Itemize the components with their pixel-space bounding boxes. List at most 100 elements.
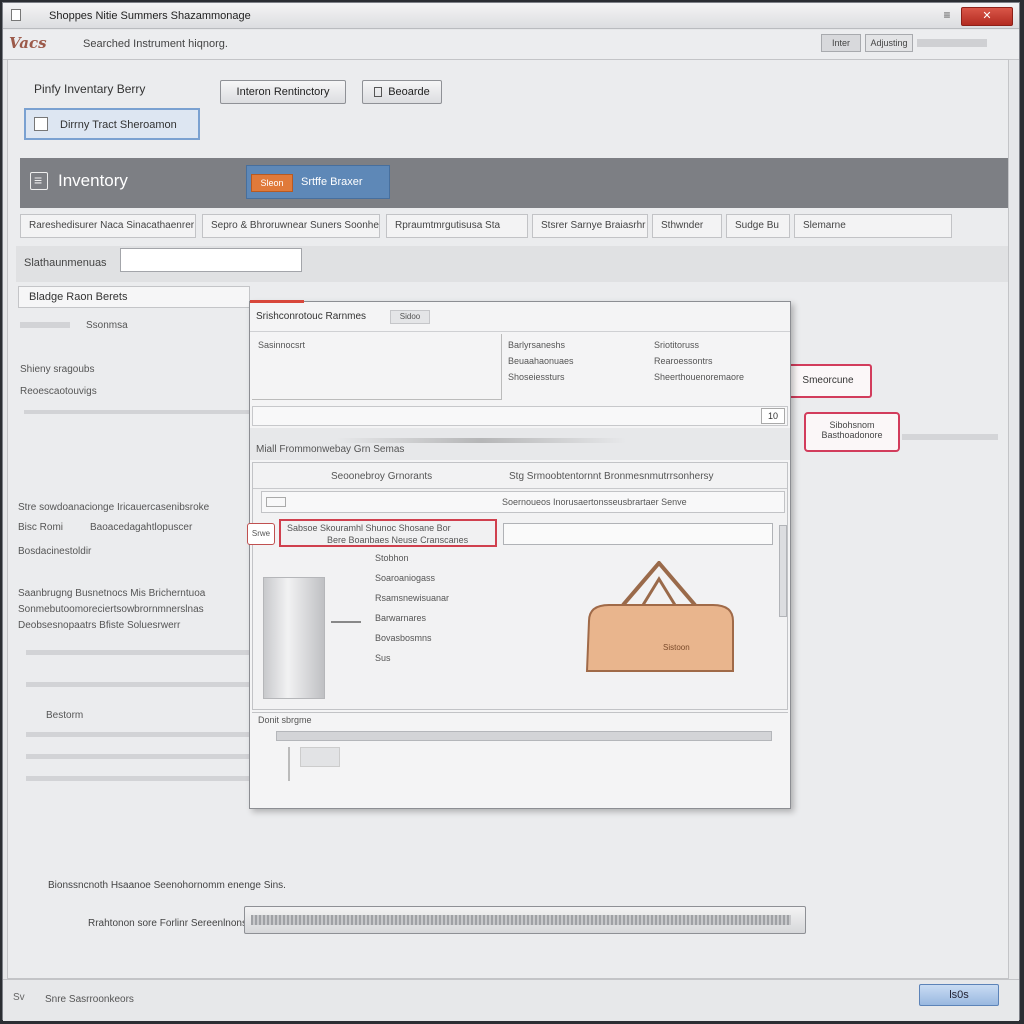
toolbar-button-adjusting[interactable]: Adjusting <box>865 34 913 52</box>
banner-action[interactable]: Sleon Srtffe Braxer <box>246 165 390 199</box>
status-bar: Sv Snre Sasrroonkeors ls0s <box>3 979 1019 1021</box>
find-button-label: Beoarde <box>388 86 430 98</box>
left-paragraph: Stre sowdoanacionge Iricauercasenibsroke <box>18 502 210 513</box>
footer-note: Bionssncnoth Hsaanoe Seenohornomm enenge… <box>48 880 286 891</box>
progress-label: Rrahtonon sore Forlinr Sereenlnons <box>88 918 247 929</box>
left-label: Bisc Romi <box>18 522 64 533</box>
info-columns: Barlyrsaneshs Sriotitoruss Beuaahaonuaes… <box>506 334 786 394</box>
ok-button[interactable]: ls0s <box>919 984 999 1006</box>
attribute-item: Rsamsnewisuanar <box>375 593 450 603</box>
item-checkbox[interactable] <box>34 117 48 131</box>
attribute-item: Sus <box>375 653 391 663</box>
toolbar: Vacs Searched Instrument hiqnorg. Inter … <box>3 30 1019 60</box>
toolbar-path: Searched Instrument hiqnorg. <box>83 38 228 50</box>
vertical-scrollbar[interactable] <box>779 525 787 617</box>
left-label: Bosdacinestoldir <box>18 546 92 557</box>
attribute-item: Bovasbosmns <box>375 633 432 643</box>
separator-label: Miall Frommonwebay Grn Semas <box>256 444 405 455</box>
info-box: Sasinnocsrt <box>252 334 502 400</box>
selected-row-line: Sabsoe Skouramhl Shunoc Shosane Bor <box>287 523 451 533</box>
callout-tag: Sibohsnom Basthoadonore <box>804 412 900 452</box>
minimize-button[interactable]: ≡ <box>939 9 955 23</box>
section-banner: Inventory Sleon Srtffe Braxer <box>20 158 1008 208</box>
horizontal-scrollbar[interactable] <box>276 731 772 741</box>
app-logo: Vacs <box>9 34 47 52</box>
progress-bar <box>244 906 806 934</box>
window-title: Shoppes Nitie Summers Shazammonage <box>49 10 251 22</box>
item-dialog: Srishconrotouc Rarnmes Sidoo Sasinnocsrt… <box>247 300 791 809</box>
left-paragraph: Sonmebutoomoreciertsowbrornmnerslnas <box>18 604 204 615</box>
info-label: Sasinnocsrt <box>258 340 306 350</box>
dialog-title-chip[interactable]: Sidoo <box>390 310 430 324</box>
column-header[interactable]: Stg Srmoobtentornnt Bronmesnmutrrsonhers… <box>509 471 714 482</box>
filter-chip[interactable]: Sepro & Bhroruwnear Suners Soonhenrer <box>202 214 380 238</box>
row-tag: Srwe <box>247 523 275 545</box>
column-header[interactable]: Seoonebroy Grnorants <box>331 471 432 482</box>
dialog-header: Srishconrotouc Rarnmes Sidoo <box>250 302 790 332</box>
row-text: Soernoueos Inorusaertonsseusbrartaer Sen… <box>502 497 687 507</box>
placeholder-line <box>26 682 250 687</box>
filter-chip[interactable]: Rpraumtmrgutisusa Sta <box>386 214 528 238</box>
placeholder-line <box>20 322 70 328</box>
separator-shadow <box>336 438 626 443</box>
banner-action-label: Srtffe Braxer <box>301 176 363 188</box>
selected-row-line: Bere Boanbaes Neuse Cranscanes <box>327 535 469 545</box>
dialog-title: Srishconrotouc Rarnmes <box>256 311 367 322</box>
filter-chip[interactable]: Slemarne <box>794 214 952 238</box>
app-icon <box>11 9 21 21</box>
left-tag: Bestorm <box>46 710 84 721</box>
left-option[interactable]: Reoescaotouvigs <box>20 386 97 397</box>
info-value: Sriotitoruss <box>654 340 700 350</box>
selected-item-label: Dirrny Tract Sheroamon <box>60 119 177 131</box>
info-value: Sheerthouenoremaore <box>654 372 745 382</box>
info-value: Shoseiessturs <box>508 372 565 382</box>
placeholder-line <box>26 754 250 759</box>
placeholder-line <box>26 776 250 781</box>
status-icon: Sv <box>13 992 25 1003</box>
callout-tag: Smeorcune <box>784 364 872 398</box>
placeholder-line <box>26 650 250 655</box>
selected-item-box[interactable]: Dirrny Tract Sheroamon <box>24 108 200 140</box>
callout-tag-title: Sibohsnom <box>829 420 875 430</box>
bag-icon <box>585 559 734 672</box>
attribute-item: Soaroaniogass <box>375 573 436 583</box>
close-button[interactable]: ✕ <box>961 7 1013 26</box>
progress-fill <box>251 915 791 925</box>
page-label: Pinfy Inventary Berry <box>34 82 146 96</box>
status-text: Snre Sasrroonkeors <box>45 994 134 1005</box>
left-sub-text: Ssonmsa <box>86 320 128 331</box>
dialog-field[interactable]: 10 <box>252 406 788 426</box>
search-label: Slathaunmenuas <box>24 257 107 269</box>
status-badge: Sleon <box>251 174 293 192</box>
filter-chip[interactable]: Stsrer Sarnye Braiasrhr <box>532 214 648 238</box>
placeholder-line <box>902 434 998 440</box>
menu-icon[interactable] <box>30 172 48 190</box>
add-inventory-button[interactable]: Interon Rentinctory <box>220 80 346 104</box>
selected-row-detail <box>503 523 773 545</box>
filter-chip[interactable]: Sthwnder <box>652 214 722 238</box>
grid-header: Seoonebroy Grnorants Stg Srmoobtentornnt… <box>253 463 787 489</box>
placeholder-line <box>24 410 250 414</box>
table-row[interactable]: Soernoueos Inorusaertonsseusbrartaer Sen… <box>261 491 785 513</box>
filter-chip[interactable]: Rareshedisurer Naca Sinacathaenrer <box>20 214 196 238</box>
attribute-item: Barwarnares <box>375 613 427 623</box>
row-icon <box>266 497 286 507</box>
left-option[interactable]: Shieny sragoubs <box>20 364 95 375</box>
field-number[interactable]: 10 <box>761 408 785 424</box>
info-value: Rearoessontrs <box>654 356 713 366</box>
divider <box>288 747 290 781</box>
item-grid: Seoonebroy Grnorants Stg Srmoobtentornnt… <box>247 462 788 710</box>
left-value: Baoacedagahtlopuscer <box>90 522 193 533</box>
dialog-footer-label: Donit sbrgme <box>258 715 312 725</box>
selected-row[interactable]: Sabsoe Skouramhl Shunoc Shosane Bor Bere… <box>279 519 497 547</box>
callout-tag-sub: Basthoadonore <box>821 430 883 440</box>
toolbar-placeholder <box>917 39 987 47</box>
search-input[interactable] <box>120 248 302 272</box>
toolbar-button-inter[interactable]: Inter <box>821 34 861 52</box>
info-value: Beuaahaonuaes <box>508 356 574 366</box>
product-image <box>263 577 325 699</box>
filter-chip[interactable]: Sudge Bu <box>726 214 790 238</box>
find-button[interactable]: Beoarde <box>362 80 442 104</box>
search-row: Slathaunmenuas <box>16 246 1008 282</box>
bag-label: Sistoon <box>663 643 690 652</box>
